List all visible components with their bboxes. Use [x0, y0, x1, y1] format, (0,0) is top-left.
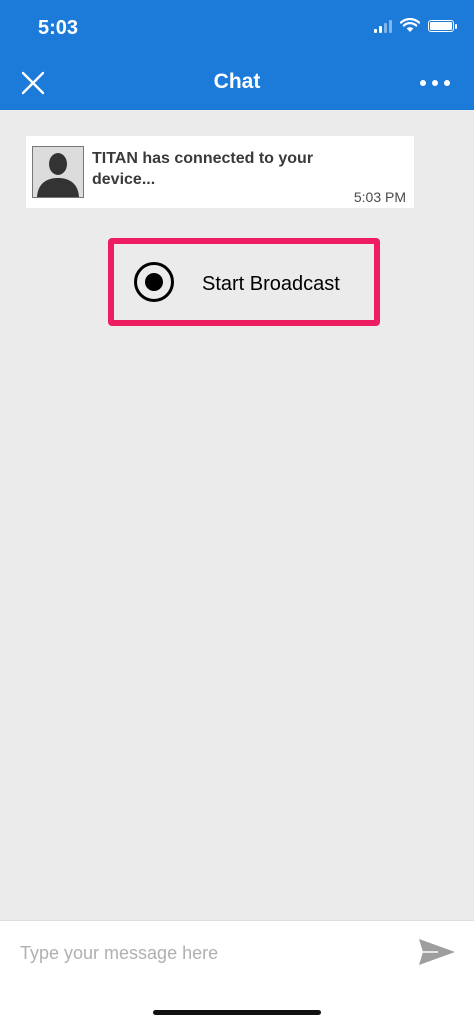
avatar — [32, 146, 84, 198]
status-time: 5:03 — [38, 17, 79, 39]
record-icon — [134, 262, 174, 302]
home-indicator — [153, 1010, 321, 1015]
app-header: 5:03 Chat — [0, 0, 474, 110]
chat-message: TITAN has connected to your device... 5:… — [26, 136, 414, 208]
message-text: TITAN has connected to your device... — [92, 150, 314, 188]
battery-icon — [428, 19, 457, 32]
more-options-icon[interactable] — [420, 74, 456, 92]
message-input[interactable] — [20, 939, 390, 967]
start-broadcast-button[interactable]: Start Broadcast — [108, 238, 380, 326]
message-timestamp: 5:03 PM — [353, 189, 406, 205]
send-icon[interactable] — [418, 937, 456, 967]
status-icons — [374, 18, 457, 33]
user-silhouette-icon — [37, 153, 79, 197]
cellular-signal-icon — [374, 19, 392, 33]
wifi-icon — [400, 18, 420, 32]
start-broadcast-label: Start Broadcast — [202, 273, 340, 295]
page-title: Chat — [213, 70, 261, 93]
